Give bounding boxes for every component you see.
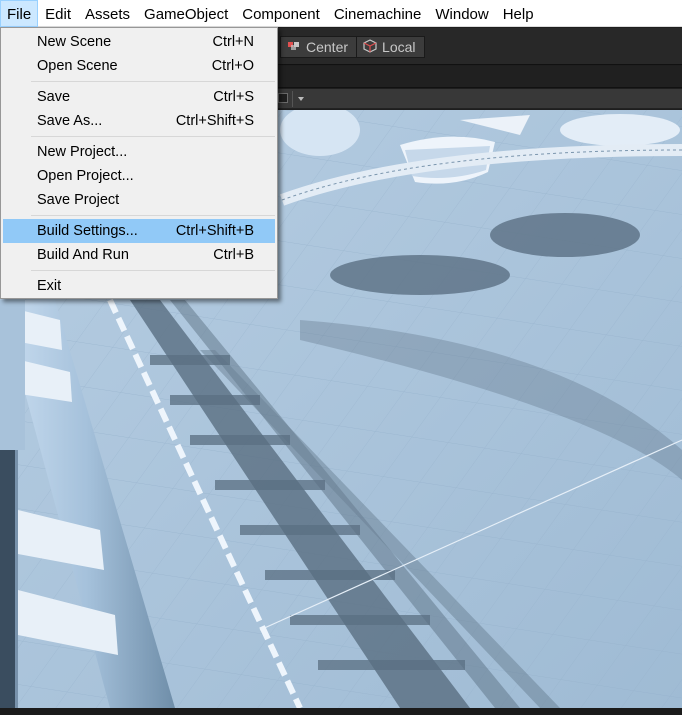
pivot-center-icon <box>287 39 301 55</box>
pivot-local-label: Local <box>382 39 416 55</box>
menu-item-new-scene[interactable]: New Scene Ctrl+N <box>3 30 275 54</box>
pivot-local-button[interactable]: Local <box>357 36 425 58</box>
menu-item-new-project[interactable]: New Project... <box>3 140 275 164</box>
menu-bar: File Edit Assets GameObject Component Ci… <box>0 0 682 27</box>
menu-help[interactable]: Help <box>496 0 541 27</box>
menu-gameobject[interactable]: GameObject <box>137 0 235 27</box>
menu-separator <box>31 270 275 271</box>
menu-item-open-scene[interactable]: Open Scene Ctrl+O <box>3 54 275 78</box>
chevron-down-icon[interactable] <box>298 97 304 101</box>
menu-component[interactable]: Component <box>235 0 327 27</box>
menu-separator <box>31 136 275 137</box>
pivot-center-label: Center <box>306 39 349 55</box>
menu-item-build-and-run[interactable]: Build And Run Ctrl+B <box>3 243 275 267</box>
file-menu-dropdown: New Scene Ctrl+N Open Scene Ctrl+O Save … <box>0 27 278 299</box>
menu-file[interactable]: File <box>0 0 39 27</box>
local-cube-icon <box>363 38 377 56</box>
menu-cinemachine[interactable]: Cinemachine <box>327 0 429 27</box>
menu-item-open-project[interactable]: Open Project... <box>3 164 275 188</box>
menu-assets[interactable]: Assets <box>78 0 137 27</box>
menu-item-save[interactable]: Save Ctrl+S <box>3 85 275 109</box>
status-strip <box>0 708 682 715</box>
menu-item-exit[interactable]: Exit <box>3 274 275 298</box>
menu-item-save-project[interactable]: Save Project <box>3 188 275 212</box>
menu-item-build-settings[interactable]: Build Settings... Ctrl+Shift+B <box>3 219 275 243</box>
toolbar-divider <box>292 91 293 107</box>
menu-window[interactable]: Window <box>428 0 495 27</box>
menu-separator <box>31 215 275 216</box>
menu-item-save-as[interactable]: Save As... Ctrl+Shift+S <box>3 109 275 133</box>
shading-mode-icon[interactable] <box>278 93 288 103</box>
menu-separator <box>31 81 275 82</box>
menu-edit[interactable]: Edit <box>38 0 78 27</box>
pivot-toggle-group: Center Local <box>280 36 425 58</box>
pivot-center-button[interactable]: Center <box>280 36 358 58</box>
